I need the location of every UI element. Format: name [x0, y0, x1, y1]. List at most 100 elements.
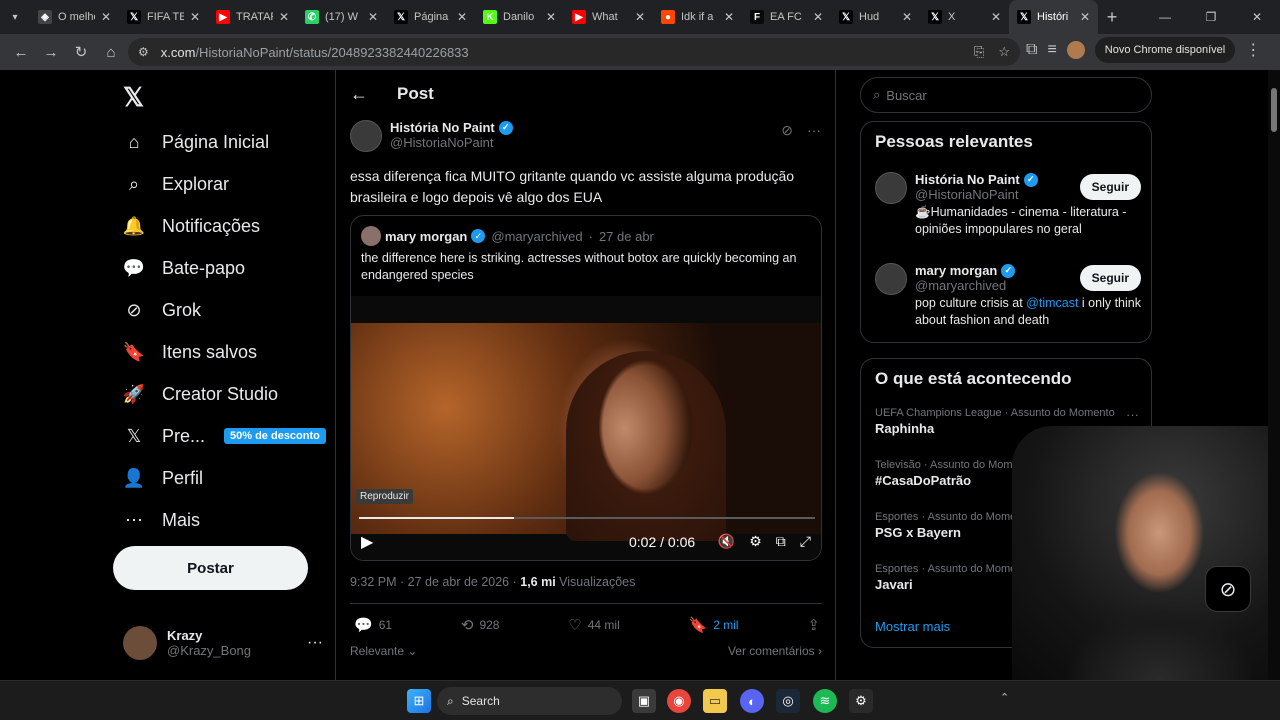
browser-tab[interactable]: ◈ O melhor ✕	[30, 0, 119, 34]
scrollbar-thumb[interactable]	[1271, 88, 1277, 132]
close-tab-icon[interactable]: ✕	[635, 10, 645, 24]
install-app-icon[interactable]: ⎘	[974, 44, 984, 60]
forward-button[interactable]: →	[36, 37, 66, 67]
sort-dropdown[interactable]: Relevante ⌄	[350, 644, 417, 658]
close-tab-icon[interactable]: ✕	[279, 10, 289, 24]
close-tab-icon[interactable]: ✕	[101, 10, 111, 24]
chrome-icon[interactable]: ◉	[667, 689, 691, 713]
browser-tab[interactable]: 𝕏 Históri ✕	[1009, 0, 1098, 34]
browser-tab[interactable]: K Danilo ✕	[475, 0, 564, 34]
nav-item[interactable]: 𝕏 Pre... 50% de desconto	[123, 416, 326, 456]
close-tab-icon[interactable]: ✕	[813, 10, 823, 24]
post-timestamp[interactable]: 9:32 PM · 27 de abr de 2026 · 1,6 mi Vis…	[350, 575, 635, 589]
grok-icon[interactable]: ⊘	[1205, 566, 1251, 612]
search-input[interactable]: ⌕ Buscar	[860, 77, 1152, 113]
nav-item[interactable]: 🔖 Itens salvos	[123, 332, 257, 372]
nav-item[interactable]: ⌂ Página Inicial	[123, 122, 270, 162]
follow-button[interactable]: Seguir	[1079, 174, 1141, 200]
close-tab-icon[interactable]: ✕	[1080, 10, 1090, 24]
profile-avatar[interactable]	[1066, 41, 1085, 59]
discord-icon[interactable]: ◐	[740, 689, 764, 713]
pip-icon[interactable]: ⧉	[776, 533, 786, 550]
browser-tab[interactable]: ▶ What ✕	[564, 0, 653, 34]
fullscreen-icon[interactable]: ⤢	[800, 533, 811, 550]
nav-item[interactable]: 👤 Perfil	[123, 458, 203, 498]
bookmark-star-icon[interactable]: ☆	[998, 44, 1010, 60]
nav-item[interactable]: 🔔 Notificações	[123, 206, 260, 246]
avatar[interactable]	[875, 172, 907, 204]
chrome-menu-icon[interactable]: ⋮	[1245, 40, 1261, 60]
tab-search-chevron-icon[interactable]: ▾	[0, 0, 30, 34]
mute-icon[interactable]: 🔇	[718, 533, 735, 550]
person-name[interactable]: História No Paint	[915, 172, 1020, 187]
site-info-icon[interactable]: ⚙	[138, 45, 149, 59]
nav-item[interactable]: ⌕ Explorar	[123, 164, 229, 204]
task-view-icon[interactable]: ▣	[632, 689, 656, 713]
browser-tab[interactable]: 𝕏 X ✕	[920, 0, 1009, 34]
premium-discount-badge[interactable]: 50% de desconto	[224, 428, 326, 444]
steam-icon[interactable]: ◎	[776, 689, 800, 713]
back-button[interactable]: ←	[6, 37, 36, 67]
reply-button[interactable]: 💬 61	[354, 616, 392, 634]
settings-gear-icon[interactable]: ⚙	[749, 533, 762, 550]
bookmark-button[interactable]: 🔖 2 mil	[689, 616, 739, 634]
taskbar-search[interactable]: ⌕ Search	[437, 687, 622, 715]
share-button[interactable]: ⇪	[807, 616, 820, 634]
person-name[interactable]: mary morgan	[915, 263, 997, 278]
avatar[interactable]	[350, 120, 382, 152]
restore-icon[interactable]: ❐	[1188, 0, 1234, 34]
reload-button[interactable]: ↻	[66, 37, 96, 67]
close-tab-icon[interactable]: ✕	[546, 10, 556, 24]
media-controls-icon[interactable]: ≡	[1047, 41, 1056, 59]
windows-start-icon[interactable]: ⊞	[407, 689, 431, 713]
x-logo-icon[interactable]: 𝕏	[123, 82, 144, 113]
browser-tab[interactable]: F EA FC ✕	[742, 0, 831, 34]
nav-item[interactable]: ⋯ Mais	[123, 500, 200, 540]
browser-tab[interactable]: 𝕏 Página ✕	[386, 0, 475, 34]
account-switcher[interactable]: Krazy @Krazy_Bong ···	[123, 622, 323, 664]
file-explorer-icon[interactable]: ▭	[703, 689, 727, 713]
like-button[interactable]: ♡ 44 mil	[568, 616, 619, 634]
chevron-up-icon[interactable]: ⌃	[1000, 691, 1009, 704]
post-button[interactable]: Postar	[113, 546, 308, 590]
minimize-icon[interactable]: —	[1142, 0, 1188, 34]
extensions-icon[interactable]: ⧉	[1026, 41, 1037, 59]
more-dots-icon[interactable]: ···	[1126, 407, 1139, 422]
avatar[interactable]	[875, 263, 907, 295]
view-comments-link[interactable]: Ver comentários ›	[728, 644, 822, 658]
browser-tab[interactable]: ● Idk if a ✕	[653, 0, 742, 34]
page-scrollbar[interactable]	[1268, 70, 1280, 680]
chrome-update-button[interactable]: Novo Chrome disponível	[1094, 37, 1236, 63]
follow-button[interactable]: Seguir	[1079, 265, 1141, 291]
browser-tab[interactable]: ✆ (17) W ✕	[297, 0, 386, 34]
author-handle[interactable]: @HistoriaNoPaint	[390, 135, 513, 150]
nav-item[interactable]: 🚀 Creator Studio	[123, 374, 278, 414]
spotify-icon[interactable]: ≋	[813, 689, 837, 713]
quoted-post[interactable]: mary morgan ✓ @maryarchived · 27 de abr …	[350, 215, 822, 561]
grok-icon[interactable]: ⊘	[781, 122, 793, 139]
play-icon[interactable]: ▶	[361, 532, 373, 552]
video-progress-bar[interactable]	[359, 517, 815, 519]
address-bar[interactable]: ⚙ x.com/HistoriaNoPaint/status/204892338…	[128, 38, 1020, 66]
browser-tab[interactable]: 𝕏 Hud ✕	[831, 0, 920, 34]
video-player[interactable]: Reproduzir ▶ 0:02 / 0:06 🔇 ⚙ ⧉ ⤢	[351, 296, 821, 560]
close-tab-icon[interactable]: ✕	[190, 10, 200, 24]
nav-item[interactable]: ⊘ Grok	[123, 290, 201, 330]
settings-gear-icon[interactable]: ⚙	[849, 689, 873, 713]
browser-tab[interactable]: 𝕏 FIFA TE ✕	[119, 0, 208, 34]
author-name[interactable]: História No Paint	[390, 120, 495, 135]
close-tab-icon[interactable]: ✕	[991, 10, 1001, 24]
nav-item[interactable]: 💬 Bate-papo	[123, 248, 245, 288]
back-arrow-icon[interactable]: ←	[350, 84, 368, 105]
close-tab-icon[interactable]: ✕	[457, 10, 467, 24]
show-more-link[interactable]: Mostrar mais	[875, 619, 950, 634]
browser-tab[interactable]: ▶ TRATAR ✕	[208, 0, 297, 34]
close-tab-icon[interactable]: ✕	[368, 10, 378, 24]
more-dots-icon[interactable]: ···	[307, 634, 323, 652]
close-window-icon[interactable]: ✕	[1234, 0, 1280, 34]
post-author[interactable]: História No Paint ✓ @HistoriaNoPaint	[350, 120, 513, 152]
close-tab-icon[interactable]: ✕	[724, 10, 734, 24]
home-button[interactable]: ⌂	[96, 37, 126, 67]
new-tab-button[interactable]: +	[1098, 7, 1126, 28]
more-dots-icon[interactable]: ···	[807, 122, 821, 139]
